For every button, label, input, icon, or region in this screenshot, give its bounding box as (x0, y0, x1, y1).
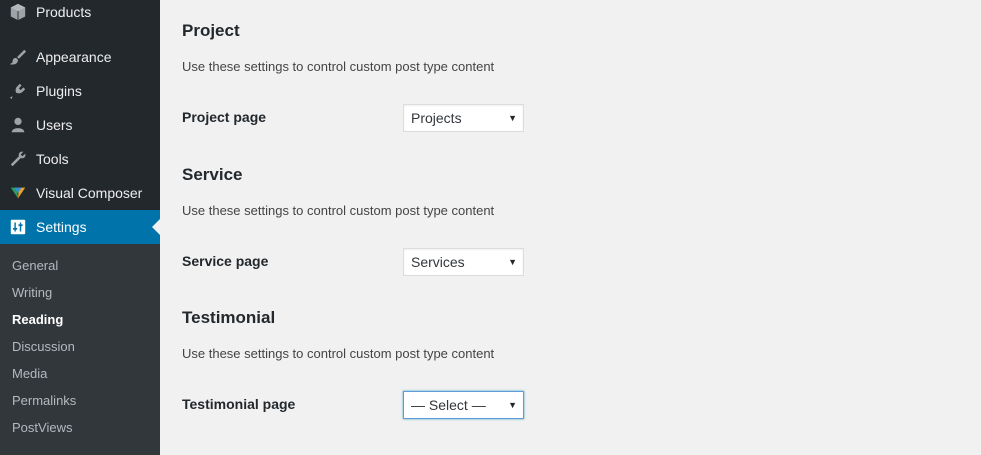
paintbrush-icon (8, 47, 28, 67)
testimonial-page-select[interactable]: — Select — ▼ (403, 391, 524, 419)
chevron-down-icon: ▼ (508, 400, 517, 410)
wrench-icon (8, 149, 28, 169)
plug-icon (8, 81, 28, 101)
section-title-testimonial: Testimonial (182, 308, 276, 327)
admin-sidebar: Products Appearance Plugins Users Tools … (0, 0, 160, 455)
section-description: Use these settings to control custom pos… (182, 59, 495, 74)
menu-item-label: Tools (36, 151, 69, 167)
menu-item-label: Settings (36, 219, 87, 235)
user-icon (8, 115, 28, 135)
select-value: Services (411, 254, 465, 270)
submenu-item-general[interactable]: General (12, 258, 58, 273)
menu-item-label: Appearance (36, 49, 112, 65)
submenu-item-postviews[interactable]: PostViews (12, 420, 72, 435)
submenu-item-permalinks[interactable]: Permalinks (12, 393, 76, 408)
service-page-select[interactable]: Services ▼ (403, 248, 524, 276)
menu-item-label: Users (36, 117, 73, 133)
section-description: Use these settings to control custom pos… (182, 203, 495, 218)
project-page-select[interactable]: Projects ▼ (403, 104, 524, 132)
chevron-down-icon: ▼ (508, 257, 517, 267)
menu-item-label: Products (36, 4, 92, 20)
submenu-item-discussion[interactable]: Discussion (12, 339, 75, 354)
submenu-item-reading[interactable]: Reading (12, 312, 63, 327)
menu-item-products[interactable]: Products (0, 0, 160, 29)
menu-item-tools[interactable]: Tools (0, 142, 160, 176)
visual-composer-icon (8, 183, 28, 203)
testimonial-page-label: Testimonial page (182, 396, 296, 412)
select-value: — Select — (411, 397, 486, 413)
submenu-item-media[interactable]: Media (12, 366, 47, 381)
select-value: Projects (411, 110, 462, 126)
settings-submenu: General Writing Reading Discussion Media… (0, 244, 160, 455)
section-description: Use these settings to control custom pos… (182, 346, 495, 361)
menu-item-label: Plugins (36, 83, 82, 99)
project-page-label: Project page (182, 109, 267, 125)
box-icon (8, 2, 28, 22)
menu-item-label: Visual Composer (36, 185, 143, 201)
section-title-service: Service (182, 165, 243, 184)
settings-icon (8, 217, 28, 237)
menu-item-plugins[interactable]: Plugins (0, 74, 160, 108)
menu-item-users[interactable]: Users (0, 108, 160, 142)
submenu-item-writing[interactable]: Writing (12, 285, 52, 300)
menu-item-settings[interactable]: Settings (0, 210, 160, 244)
section-title-project: Project (182, 21, 240, 40)
menu-item-visual-composer[interactable]: Visual Composer (0, 176, 160, 210)
chevron-down-icon: ▼ (508, 113, 517, 123)
menu-item-appearance[interactable]: Appearance (0, 40, 160, 74)
service-page-label: Service page (182, 253, 269, 269)
